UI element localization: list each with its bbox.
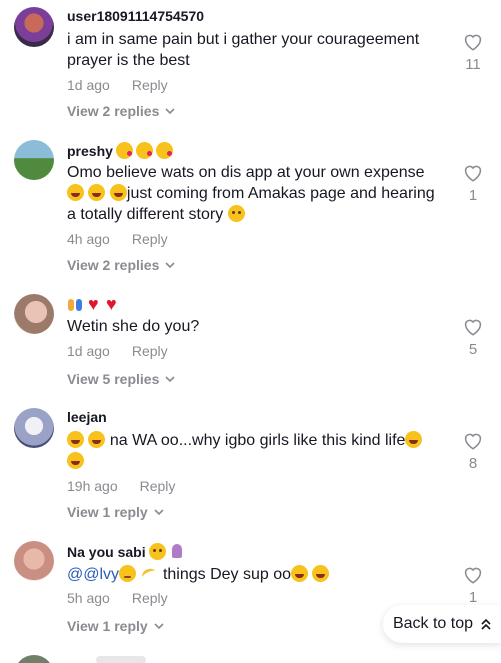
kissing-face-icon	[135, 142, 153, 159]
view-replies-button[interactable]: View 1 reply	[67, 504, 164, 520]
comment-meta: 1d ago Reply	[67, 77, 168, 93]
avatar[interactable]	[14, 655, 54, 663]
comment-username[interactable]: preshy	[67, 142, 173, 159]
comment-meta: 19h ago Reply	[67, 478, 175, 494]
like-count: 1	[468, 187, 478, 204]
chevron-down-icon	[165, 376, 175, 382]
avatar[interactable]	[14, 140, 54, 180]
heart-icon	[464, 567, 482, 584]
comment-text: i am in same pain but i gather your cour…	[67, 31, 420, 69]
comment-username[interactable]	[67, 294, 121, 315]
heart-icon	[464, 34, 482, 51]
like-button[interactable]: 11	[460, 33, 486, 73]
double-chevron-up-icon	[481, 618, 491, 630]
view-replies-label: View 2 replies	[67, 103, 160, 119]
heart-icon	[464, 433, 482, 450]
heart-icon	[464, 319, 482, 336]
laughing-tears-icon	[405, 431, 423, 448]
comment-time: 19h ago	[67, 478, 118, 494]
back-to-top-label: Back to top	[392, 615, 474, 632]
view-replies-label: View 2 replies	[67, 257, 160, 273]
kissing-face-icon	[115, 142, 133, 159]
comment-text: @@lvy things Dey sup oo	[67, 564, 437, 585]
rolling-laughing-icon	[67, 431, 84, 448]
view-replies-label: View 1 reply	[67, 504, 148, 520]
pleading-face-icon	[227, 205, 245, 222]
comment-meta: 1d ago Reply	[67, 343, 168, 359]
comment-time: 4h ago	[67, 231, 110, 247]
like-button[interactable]: 1	[460, 566, 486, 606]
kissing-face-icon	[155, 142, 173, 159]
comment-text: Wetin she do you?	[67, 318, 200, 335]
like-button[interactable]: 5	[460, 318, 486, 358]
people-icon	[67, 296, 85, 313]
reply-button[interactable]: Reply	[140, 478, 176, 494]
username-label: preshy	[67, 142, 113, 159]
view-replies-button[interactable]: View 5 replies	[67, 371, 175, 387]
dizzy-icon	[141, 565, 159, 582]
red-heart-icon	[106, 294, 121, 315]
avatar[interactable]	[14, 294, 54, 334]
like-count: 11	[465, 56, 481, 73]
rolling-laughing-icon	[109, 184, 127, 201]
comment-meta: 5h ago Reply	[67, 590, 168, 606]
view-replies-button[interactable]: View 1 reply	[67, 618, 164, 634]
rolling-laughing-icon	[67, 184, 84, 201]
username-label: Na you sabi	[67, 543, 146, 560]
comment-text: Omo believe wats on dis app at your own …	[67, 162, 437, 225]
comment-time: 5h ago	[67, 590, 110, 606]
laughing-tears-icon	[67, 452, 84, 469]
avatar[interactable]	[14, 541, 54, 581]
mention-link[interactable]: @@lvy	[67, 566, 119, 583]
comment-username[interactable]: Na you sabi	[67, 543, 185, 560]
laughing-tears-icon	[88, 184, 106, 201]
reply-button[interactable]: Reply	[132, 77, 168, 93]
like-button[interactable]: 8	[460, 432, 486, 472]
comment-text-main: things Dey sup oo	[162, 566, 292, 583]
chevron-down-icon	[154, 623, 164, 629]
chevron-down-icon	[165, 108, 175, 114]
like-count: 1	[468, 589, 478, 606]
laughing-tears-icon	[312, 565, 330, 582]
relieved-face-icon	[119, 565, 137, 582]
reply-button[interactable]: Reply	[132, 343, 168, 359]
comment-username[interactable]: user18091114754570	[67, 8, 204, 24]
reply-button[interactable]: Reply	[132, 231, 168, 247]
view-replies-label: View 1 reply	[67, 618, 148, 634]
chevron-down-icon	[154, 509, 164, 515]
view-replies-label: View 5 replies	[67, 371, 160, 387]
avatar[interactable]	[14, 408, 54, 448]
laughing-tears-icon	[291, 565, 309, 582]
back-to-top-button[interactable]: Back to top	[383, 605, 501, 643]
view-replies-button[interactable]: View 2 replies	[67, 103, 175, 119]
reply-button[interactable]: Reply	[132, 590, 168, 606]
red-heart-icon	[88, 294, 103, 315]
like-count: 5	[468, 341, 478, 358]
person-icon	[169, 543, 185, 560]
comment-meta: 4h ago Reply	[67, 231, 168, 247]
comment-username[interactable]: leejan	[67, 409, 107, 425]
comment-text-main: na WA oo...why igbo girls like this kind…	[109, 432, 406, 449]
comment-username-placeholder	[96, 656, 146, 663]
chevron-down-icon	[165, 262, 175, 268]
comment-time: 1d ago	[67, 343, 110, 359]
rolling-laughing-icon	[88, 431, 106, 448]
like-button[interactable]: 1	[460, 164, 486, 204]
like-count: 8	[468, 455, 478, 472]
comment-text-main: Omo believe wats on dis app at your own …	[67, 164, 425, 181]
pleading-face-icon	[148, 543, 166, 560]
comment-text: na WA oo...why igbo girls like this kind…	[67, 430, 437, 472]
avatar[interactable]	[14, 7, 54, 47]
view-replies-button[interactable]: View 2 replies	[67, 257, 175, 273]
comment-time: 1d ago	[67, 77, 110, 93]
heart-icon	[464, 165, 482, 182]
